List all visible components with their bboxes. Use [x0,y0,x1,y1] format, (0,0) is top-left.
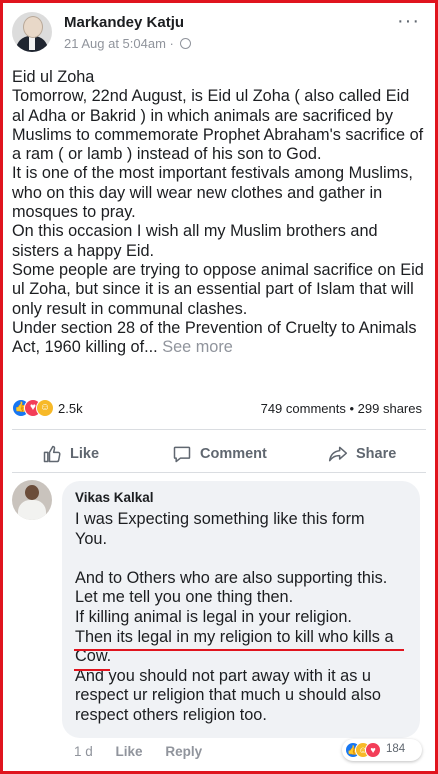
like-button[interactable]: Like [42,444,99,464]
post-header: Markandey Katju 21 Aug at 5:04am · ··· [12,10,426,56]
stats-separator: • [349,401,355,416]
comment-reactions[interactable]: 👍 ☺ ♥ 184 [342,739,422,761]
share-icon [328,446,348,462]
comment-line: Let me tell you one thing then. [75,588,294,607]
comment-label: Comment [200,446,267,462]
post-time[interactable]: 21 Aug at 5:04am [64,36,166,51]
comment-bubble: Vikas Kalkal I was Expecting something l… [62,481,420,738]
comment-line: respect ur religion that much u should a… [75,686,381,705]
comment-text: I was Expecting something like this form… [75,510,415,726]
comment-share-counts: 749 comments • 299 shares [261,401,422,416]
post-stats: 👍 ♥ ☺ 2.5k 749 comments • 299 shares [12,397,422,419]
comments-count[interactable]: 749 comments [261,401,346,416]
comment-like-button[interactable]: Like [116,744,143,759]
commenter-name[interactable]: Vikas Kalkal [75,490,154,505]
comment-footer: 1 d Like Reply [74,744,221,759]
post-line: On this occasion I wish all my Muslim br… [12,222,378,260]
post-line-last: Under section 28 of the Prevention of Cr… [12,319,424,358]
haha-reaction-icon: ☺ [36,399,54,417]
post-line: Tomorrow, 22nd August, is Eid ul Zoha ( … [12,87,424,164]
see-more-link[interactable]: See more [162,338,233,356]
comment-line: respect others religion too. [75,705,267,724]
comment-line: I was Expecting something like this form [75,510,365,528]
action-bar: Like Comment Share [12,440,426,470]
post-line: Eid ul Zoha [12,68,95,86]
red-underline [74,669,110,671]
globe-icon [179,38,191,49]
like-icon [43,445,61,463]
share-label: Share [356,446,397,462]
more-icon[interactable]: ··· [397,10,420,33]
divider [12,429,426,430]
meta-separator: · [169,36,174,51]
shares-count[interactable]: 299 shares [358,401,422,416]
comment-icon [173,446,191,463]
author-avatar[interactable] [12,12,52,52]
comment-reaction-count: 184 [386,743,406,755]
red-underline [74,649,404,651]
author-name[interactable]: Markandey Katju [64,14,184,31]
comment-line: And to Others who are also supporting th… [75,568,388,587]
comment-line: You. [75,529,107,548]
comment-reply-button[interactable]: Reply [165,744,202,759]
comment-line: If killing animal is legal in your relig… [75,607,352,626]
comment-line: And you should not part away with it as … [75,666,371,685]
divider [12,472,426,473]
love-reaction-icon: ♥ [365,742,381,758]
post-line: Some people are trying to oppose animal … [12,260,424,318]
post-meta: 21 Aug at 5:04am · [64,36,191,51]
comment-time[interactable]: 1 d [74,744,93,759]
reaction-count[interactable]: 2.5k [58,401,83,416]
comment-button[interactable]: Comment [172,444,267,464]
post-text: Eid ul Zoha Tomorrow, 22nd August, is Ei… [12,68,424,357]
post-line: It is one of the most important festival… [12,164,413,222]
like-label: Like [70,446,100,462]
commenter-avatar[interactable] [12,480,52,520]
share-button[interactable]: Share [328,444,396,464]
comment-highlight-line: Then its legal in my religion to kill wh… [75,627,394,646]
